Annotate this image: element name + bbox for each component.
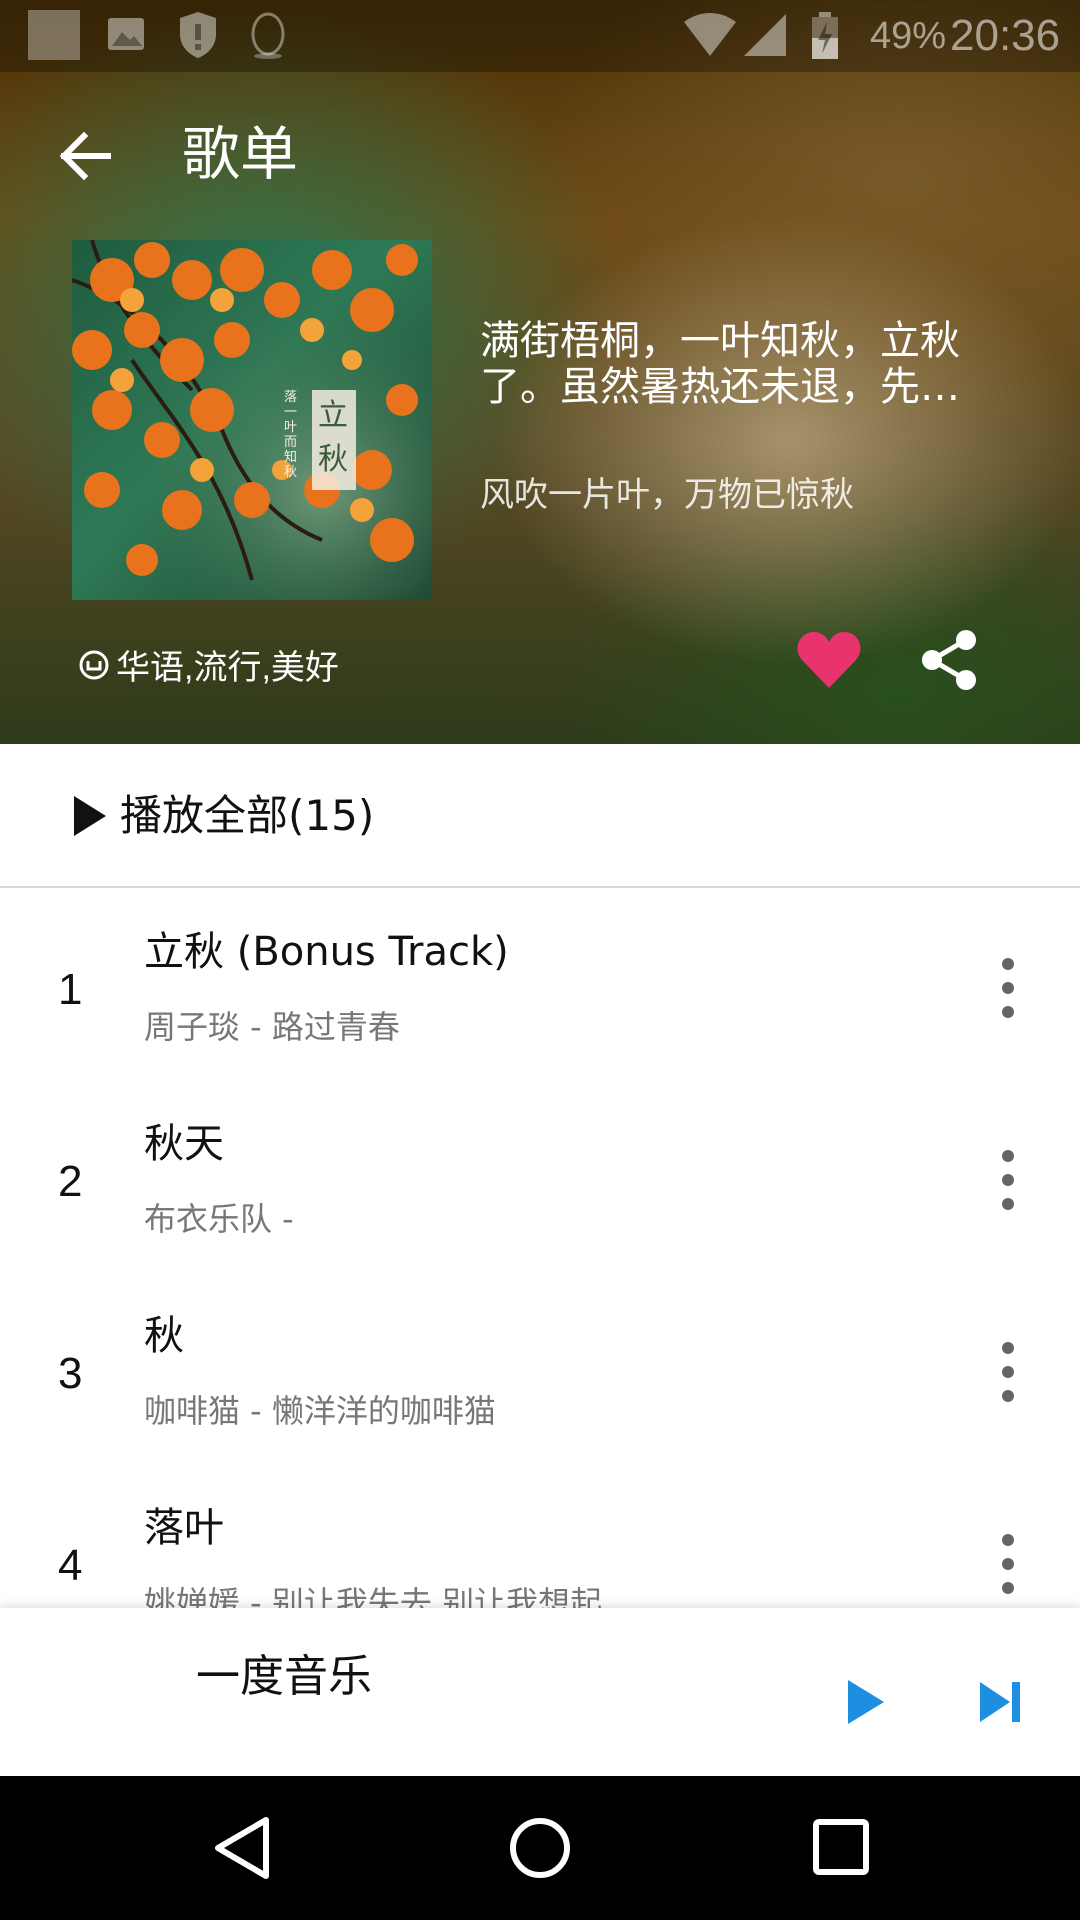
mini-player[interactable]: 一度音乐 <box>0 1608 1080 1776</box>
song-artist-album: 咖啡猫 - 懒洋洋的咖啡猫 <box>144 1392 496 1430</box>
skip-next-icon[interactable] <box>978 1680 1022 1724</box>
wifi-icon <box>684 13 736 56</box>
play-all-label: 播放全部(15) <box>120 791 375 840</box>
song-row[interactable]: 4 落叶 姚婵媛 - 别让我失去 别让我想起 <box>0 1466 1080 1608</box>
play-icon[interactable] <box>846 1678 886 1726</box>
playlist-description[interactable]: 满街梧桐，一叶知秋，立秋 了。虽然暑热还未退，先… <box>480 318 1000 410</box>
battery-percent: 49% <box>870 15 947 57</box>
image-icon <box>108 18 144 50</box>
song-row[interactable]: 3 秋 咖啡猫 - 懒洋洋的咖啡猫 <box>0 1274 1080 1466</box>
song-row[interactable]: 1 立秋 (Bonus Track) 周子琰 - 路过青春 <box>0 890 1080 1082</box>
song-artist-album: 周子琰 - 路过青春 <box>144 1008 400 1046</box>
song-title: 秋 <box>144 1313 184 1359</box>
mini-player-title: 一度音乐 <box>196 1651 372 1702</box>
recents-square-icon[interactable] <box>812 1818 870 1876</box>
play-icon <box>74 796 106 836</box>
page-title: 歌单 <box>182 120 299 188</box>
tags-label: 华语,流行,美好 <box>116 649 339 687</box>
cover-title: 立秋 <box>318 398 348 477</box>
song-title: 秋天 <box>144 1121 224 1167</box>
song-index: 1 <box>58 965 83 1014</box>
playlist-header: 49% 20:36 歌单 立秋 落一叶而知秋 满街梧桐，一叶知秋，立秋 了。虽然… <box>0 0 1080 744</box>
system-nav-bar <box>0 1776 1080 1920</box>
cover-art-image <box>72 240 432 600</box>
share-icon[interactable] <box>920 628 978 692</box>
song-title: 落叶 <box>144 1505 224 1551</box>
song-list[interactable]: 1 立秋 (Bonus Track) 周子琰 - 路过青春 2 秋天 布衣乐队 … <box>0 890 1080 1608</box>
app-notification-icon <box>28 10 80 60</box>
song-artist-album: 姚婵媛 - 别让我失去 别让我想起 <box>144 1584 603 1608</box>
song-index: 3 <box>58 1349 83 1398</box>
song-row[interactable]: 2 秋天 布衣乐队 - <box>0 1082 1080 1274</box>
heart-icon[interactable] <box>796 630 862 690</box>
playlist-cover[interactable]: 立秋 落一叶而知秋 <box>72 240 432 600</box>
signal-icon <box>744 14 786 56</box>
description-line-2: 了。虽然暑热还未退，先… <box>480 364 960 410</box>
battery-charging-icon <box>812 12 838 59</box>
playlist-subtitle: 风吹一片叶，万物已惊秋 <box>480 475 854 515</box>
tag-icon <box>79 650 109 679</box>
arrow-back-icon[interactable] <box>56 128 112 184</box>
back-triangle-icon[interactable] <box>212 1816 272 1880</box>
description-line-1: 满街梧桐，一叶知秋，立秋 <box>480 318 960 364</box>
qq-penguin-icon <box>251 12 285 59</box>
play-all-button[interactable]: 播放全部(15) <box>0 744 1080 888</box>
more-vert-icon[interactable] <box>990 952 1026 1024</box>
song-index: 4 <box>58 1541 83 1590</box>
cover-caption: 落一叶而知秋 <box>284 390 298 480</box>
more-vert-icon[interactable] <box>990 1528 1026 1600</box>
clock: 20:36 <box>950 11 1061 60</box>
more-vert-icon[interactable] <box>990 1144 1026 1216</box>
more-vert-icon[interactable] <box>990 1336 1026 1408</box>
status-bar: 49% 20:36 <box>0 0 1080 72</box>
shield-icon <box>180 12 216 58</box>
song-title: 立秋 (Bonus Track) <box>144 929 509 975</box>
home-circle-icon[interactable] <box>508 1816 572 1880</box>
song-index: 2 <box>58 1157 83 1206</box>
playlist-tags[interactable]: 华语,流行,美好 <box>78 640 339 689</box>
song-artist-album: 布衣乐队 - <box>144 1200 294 1238</box>
